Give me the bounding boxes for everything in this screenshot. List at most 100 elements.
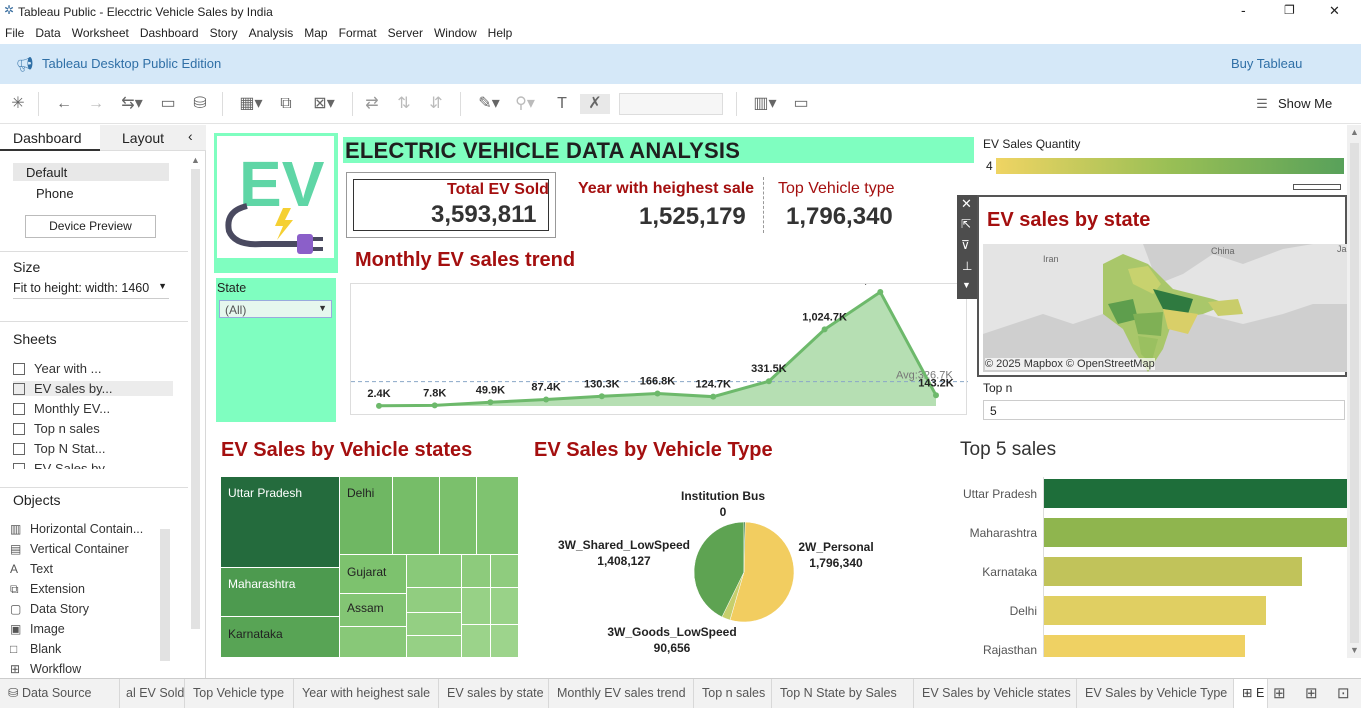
treemap-cell	[407, 588, 461, 612]
menu-server[interactable]: Server	[383, 24, 429, 40]
device-default[interactable]: Default	[13, 163, 169, 181]
object-text[interactable]: A Text	[10, 562, 53, 576]
state-filter-dropdown[interactable]: (All) ▼	[219, 300, 332, 318]
highlight-icon[interactable]: ✎▾	[474, 94, 504, 114]
close-button[interactable]: ✕	[1329, 3, 1340, 19]
menu-format[interactable]: Format	[334, 24, 383, 40]
object-image[interactable]: ▣ Image	[10, 622, 65, 636]
tab-top-vehicle-type[interactable]: Top Vehicle type	[185, 679, 294, 708]
device-phone[interactable]: Phone	[36, 186, 74, 201]
filter-icon[interactable]: ⊽	[961, 238, 970, 252]
legend-handle[interactable]	[1293, 184, 1341, 190]
presentation-icon[interactable]: ▭	[790, 94, 812, 114]
topn-input[interactable]: 5	[983, 400, 1345, 420]
menu-story[interactable]: Story	[205, 24, 244, 40]
menu-map[interactable]: Map	[299, 24, 333, 40]
undo-icon[interactable]: ←	[54, 94, 74, 114]
trend-chart[interactable]: Avg:326.7K 2.4K 7.8K 49.9K 87.4K 130.3K 166.8K…	[350, 274, 968, 415]
duplicate-icon[interactable]: ⧉	[276, 94, 296, 114]
tab-data-source[interactable]: ⛁ Data Source	[0, 679, 120, 708]
menu-analysis[interactable]: Analysis	[244, 24, 300, 40]
menu-help[interactable]: Help	[483, 24, 519, 40]
view-cards-icon[interactable]: ▥▾	[748, 94, 782, 114]
new-dashboard-icon[interactable]: ⊞	[1305, 684, 1318, 702]
save-icon[interactable]: ▭	[158, 94, 178, 114]
tab-monthly-ev-sales-trend[interactable]: Monthly EV sales trend	[549, 679, 694, 708]
minimize-button[interactable]: -	[1241, 2, 1246, 18]
show-me-button[interactable]: Show Me	[1278, 96, 1332, 111]
more-options-icon[interactable]: ▼	[962, 280, 971, 290]
tab-dashboard[interactable]: Dashboard	[0, 125, 100, 151]
attach-icon[interactable]: ⚲▾	[510, 94, 540, 114]
new-worksheet-icon[interactable]: ⊞	[1273, 684, 1286, 702]
scroll-up-icon[interactable]: ▲	[191, 155, 200, 165]
tab-year-with-heighest-sale[interactable]: Year with heighest sale	[294, 679, 439, 708]
bar[interactable]	[1044, 479, 1347, 508]
menu-dashboard[interactable]: Dashboard	[135, 24, 205, 40]
replay-icon[interactable]: ⇆▾	[116, 94, 148, 114]
redo-icon[interactable]: →	[86, 94, 106, 114]
ev-logo-image: EV	[217, 136, 334, 258]
remove-icon[interactable]: ✕	[961, 196, 972, 212]
tab-top-n-state-by-sales[interactable]: Top N State by Sales	[772, 679, 914, 708]
menu-worksheet[interactable]: Worksheet	[67, 24, 135, 40]
objects-scrollbar[interactable]	[160, 529, 170, 661]
map-panel[interactable]: EV sales by state Iran China Ja © 2025 M…	[977, 195, 1347, 377]
object-blank[interactable]: □ Blank	[10, 642, 61, 656]
maximize-button[interactable]: ❐	[1284, 3, 1295, 17]
dashboard-v-scrollbar[interactable]: ▲ ▼	[1347, 125, 1361, 658]
tab-top-n-sales[interactable]: Top n sales	[694, 679, 772, 708]
trend-point	[821, 326, 828, 333]
left-scrollbar[interactable]	[191, 169, 200, 629]
sheet-item[interactable]: Top n sales	[13, 421, 100, 436]
sheet-item[interactable]: Year with ...	[13, 361, 101, 376]
treemap-chart[interactable]: Uttar Pradesh Maharashtra Karnataka Delh…	[221, 477, 518, 657]
tab-dashboard[interactable]: ⊞ E	[1234, 679, 1268, 708]
menu-window[interactable]: Window	[429, 24, 483, 40]
text-icon[interactable]: T	[552, 94, 572, 114]
go-to-sheet-icon[interactable]: ⇱	[961, 217, 971, 231]
tab-ev-sales-by-vehicle-type[interactable]: EV Sales by Vehicle Type	[1077, 679, 1234, 708]
object-extension[interactable]: ⧉ Extension	[10, 582, 85, 597]
buy-tableau-link[interactable]: Buy Tableau	[1231, 56, 1302, 71]
pin-icon[interactable]: ⊥	[962, 259, 972, 273]
object-horizontal-container[interactable]: ▥ Horizontal Contain...	[10, 522, 143, 536]
sheet-item[interactable]: Top N Stat...	[13, 441, 106, 456]
tableau-icon[interactable]: ✳	[8, 94, 28, 114]
kpi-total-label: Total EV Sold	[447, 181, 549, 198]
sheet-item[interactable]: EV sales by...	[13, 381, 173, 396]
bar[interactable]	[1044, 518, 1347, 547]
tab-layout[interactable]: Layout ‹	[100, 125, 206, 151]
device-preview-button[interactable]: Device Preview	[25, 215, 156, 238]
object-workflow[interactable]: ⊞ Workflow	[10, 662, 81, 676]
tab-ev-sales-by-vehicle-states[interactable]: EV Sales by Vehicle states	[914, 679, 1077, 708]
pin-icon[interactable]: ✗	[580, 94, 610, 114]
pie-value-2w-personal: 1,796,340	[809, 556, 863, 570]
sheet-item[interactable]: EV Sales by...	[13, 461, 115, 469]
fit-dropdown[interactable]	[619, 93, 723, 115]
size-dropdown[interactable]: Fit to height: width: 1460 ▼	[13, 281, 169, 299]
object-data-story[interactable]: ▢ Data Story	[10, 602, 89, 616]
tab-ev-sales-by-state[interactable]: EV sales by state	[439, 679, 549, 708]
bar[interactable]	[1044, 635, 1245, 657]
sort-asc-icon[interactable]: ⇅	[394, 94, 414, 114]
bar[interactable]	[1044, 596, 1266, 625]
bar-chart[interactable]: Uttar Pradesh Maharashtra Karnataka Delhi Ra…	[947, 477, 1347, 657]
object-vertical-container[interactable]: ▤ Vertical Container	[10, 542, 129, 556]
map-view[interactable]: Iran China Ja © 2025 Mapbox © OpenStreet…	[983, 244, 1347, 372]
new-datasource-icon[interactable]: ⛁	[190, 94, 210, 114]
collapse-icon[interactable]: ‹	[188, 128, 193, 144]
tab-total-ev-sold[interactable]: al EV Sold	[120, 679, 185, 708]
menu-file[interactable]: File	[0, 24, 30, 40]
new-worksheet-icon[interactable]: ▦▾	[234, 94, 268, 114]
sheet-item[interactable]: Monthly EV...	[13, 401, 110, 416]
swap-icon[interactable]: ⇄	[362, 94, 382, 114]
clear-sheet-icon[interactable]: ⊠▾	[306, 94, 342, 114]
new-story-icon[interactable]: ⊡	[1337, 684, 1350, 702]
pie-chart[interactable]: Institution Bus 0 3W_Shared_LowSpeed 1,4…	[534, 477, 934, 657]
bar[interactable]	[1044, 557, 1303, 586]
logo-container: EV	[214, 133, 338, 273]
show-me-icon[interactable]: ☰	[1254, 94, 1270, 114]
sort-desc-icon[interactable]: ⇵	[426, 94, 446, 114]
menu-data[interactable]: Data	[30, 24, 66, 40]
